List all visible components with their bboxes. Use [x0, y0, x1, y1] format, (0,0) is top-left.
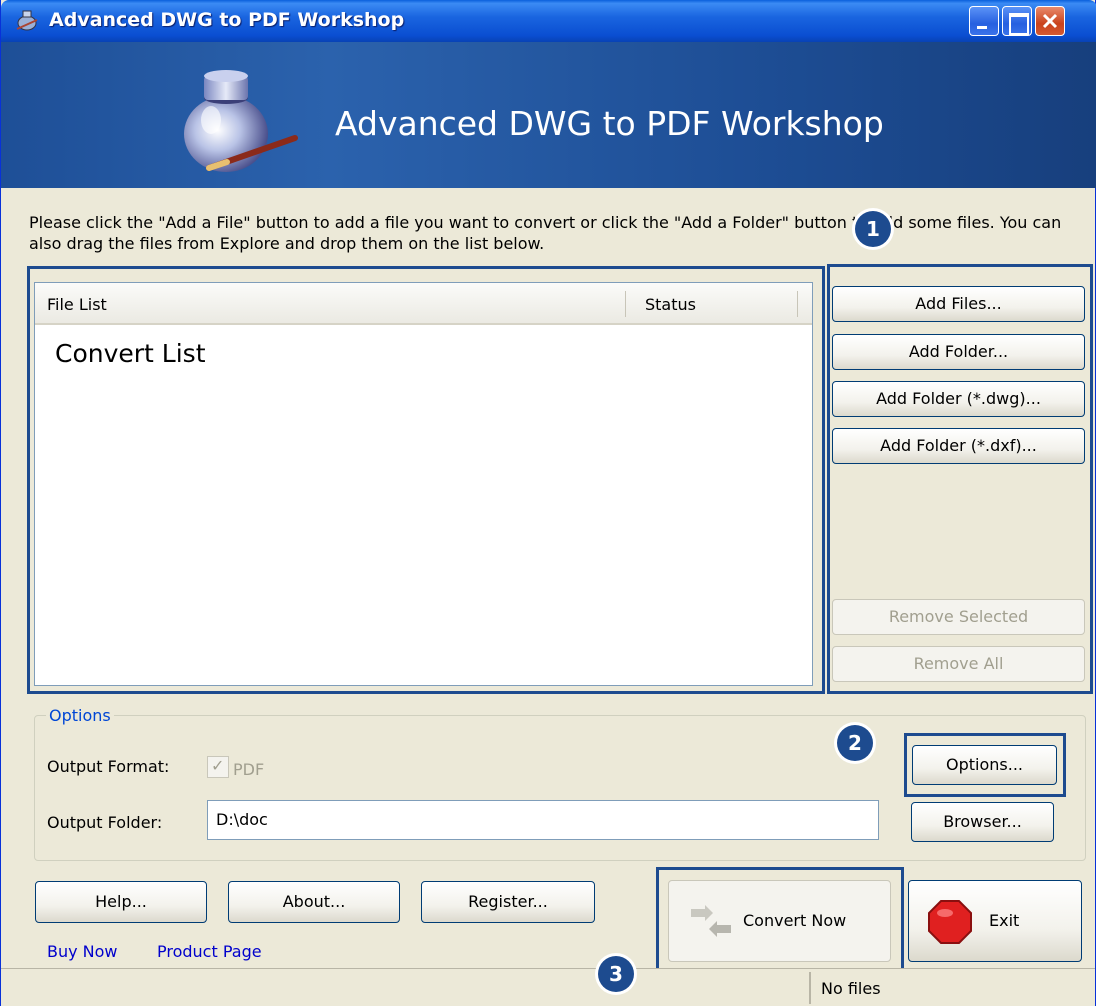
add-folder-dwg-button[interactable]: Add Folder (*.dwg)...: [832, 381, 1085, 417]
register-button-label: Register...: [468, 892, 548, 911]
options-button-label: Options...: [946, 755, 1023, 774]
browser-button-label: Browser...: [943, 812, 1022, 831]
step-3-badge: 3: [598, 956, 634, 992]
title-bar[interactable]: Advanced DWG to PDF Workshop: [1, 0, 1096, 42]
convert-list-label: Convert List: [55, 339, 206, 368]
about-button-label: About...: [282, 892, 346, 911]
step-1-badge: 1: [855, 211, 891, 247]
options-legend: Options: [46, 706, 114, 725]
add-files-label: Add Files...: [915, 294, 1002, 313]
column-file-list[interactable]: File List: [47, 295, 107, 314]
options-button[interactable]: Options...: [912, 745, 1057, 785]
help-button-label: Help...: [95, 892, 147, 911]
column-divider[interactable]: [797, 291, 798, 317]
close-button[interactable]: [1035, 6, 1065, 36]
column-status[interactable]: Status: [645, 295, 696, 314]
register-button[interactable]: Register...: [421, 881, 595, 923]
pdf-checkbox[interactable]: [207, 756, 229, 778]
minimize-button[interactable]: [969, 6, 999, 36]
convert-now-button[interactable]: Convert Now: [668, 880, 891, 962]
status-bar: [1, 968, 1095, 1006]
close-icon: [1042, 13, 1058, 29]
add-folder-button[interactable]: Add Folder...: [832, 334, 1085, 370]
convert-arrows-icon: [691, 905, 731, 937]
banner-title: Advanced DWG to PDF Workshop: [335, 104, 884, 143]
exit-button-label: Exit: [989, 911, 1020, 930]
remove-all-button[interactable]: Remove All: [832, 646, 1085, 682]
add-files-button[interactable]: Add Files...: [832, 286, 1085, 322]
output-format-label: Output Format:: [47, 757, 170, 776]
remove-all-label: Remove All: [913, 654, 1004, 673]
ink-bottle-logo-icon: [184, 70, 298, 172]
output-folder-label: Output Folder:: [47, 813, 163, 832]
add-folder-label: Add Folder...: [908, 342, 1009, 361]
buy-now-link[interactable]: Buy Now: [47, 942, 118, 961]
output-folder-input[interactable]: D:\doc: [207, 800, 879, 840]
add-folder-dwg-label: Add Folder (*.dwg)...: [876, 389, 1041, 408]
file-list[interactable]: File List Status Convert List: [34, 282, 813, 686]
app-window: Advanced DWG to PDF Workshop Advanced DW…: [0, 0, 1096, 1006]
convert-now-label: Convert Now: [743, 911, 847, 930]
pdf-checkbox-label: PDF: [233, 760, 265, 779]
add-folder-dxf-button[interactable]: Add Folder (*.dxf)...: [832, 428, 1085, 464]
app-icon: [16, 10, 38, 31]
exit-button[interactable]: Exit: [908, 880, 1082, 962]
browser-button[interactable]: Browser...: [911, 802, 1054, 842]
remove-selected-button[interactable]: Remove Selected: [832, 599, 1085, 635]
help-button[interactable]: Help...: [35, 881, 207, 923]
product-page-link[interactable]: Product Page: [157, 942, 262, 961]
window-title: Advanced DWG to PDF Workshop: [49, 9, 405, 31]
stop-sign-icon: [928, 900, 972, 944]
banner: Advanced DWG to PDF Workshop: [1, 42, 1096, 188]
instructions-text: Please click the "Add a File" button to …: [29, 213, 1062, 253]
about-button[interactable]: About...: [228, 881, 400, 923]
add-folder-dxf-label: Add Folder (*.dxf)...: [880, 436, 1037, 455]
step-2-badge: 2: [837, 725, 873, 761]
status-divider: [809, 972, 811, 1004]
file-list-header: File List Status: [35, 283, 812, 325]
remove-selected-label: Remove Selected: [888, 607, 1029, 626]
maximize-button[interactable]: [1002, 6, 1032, 36]
column-divider[interactable]: [625, 291, 626, 317]
status-text: No files: [821, 979, 881, 998]
